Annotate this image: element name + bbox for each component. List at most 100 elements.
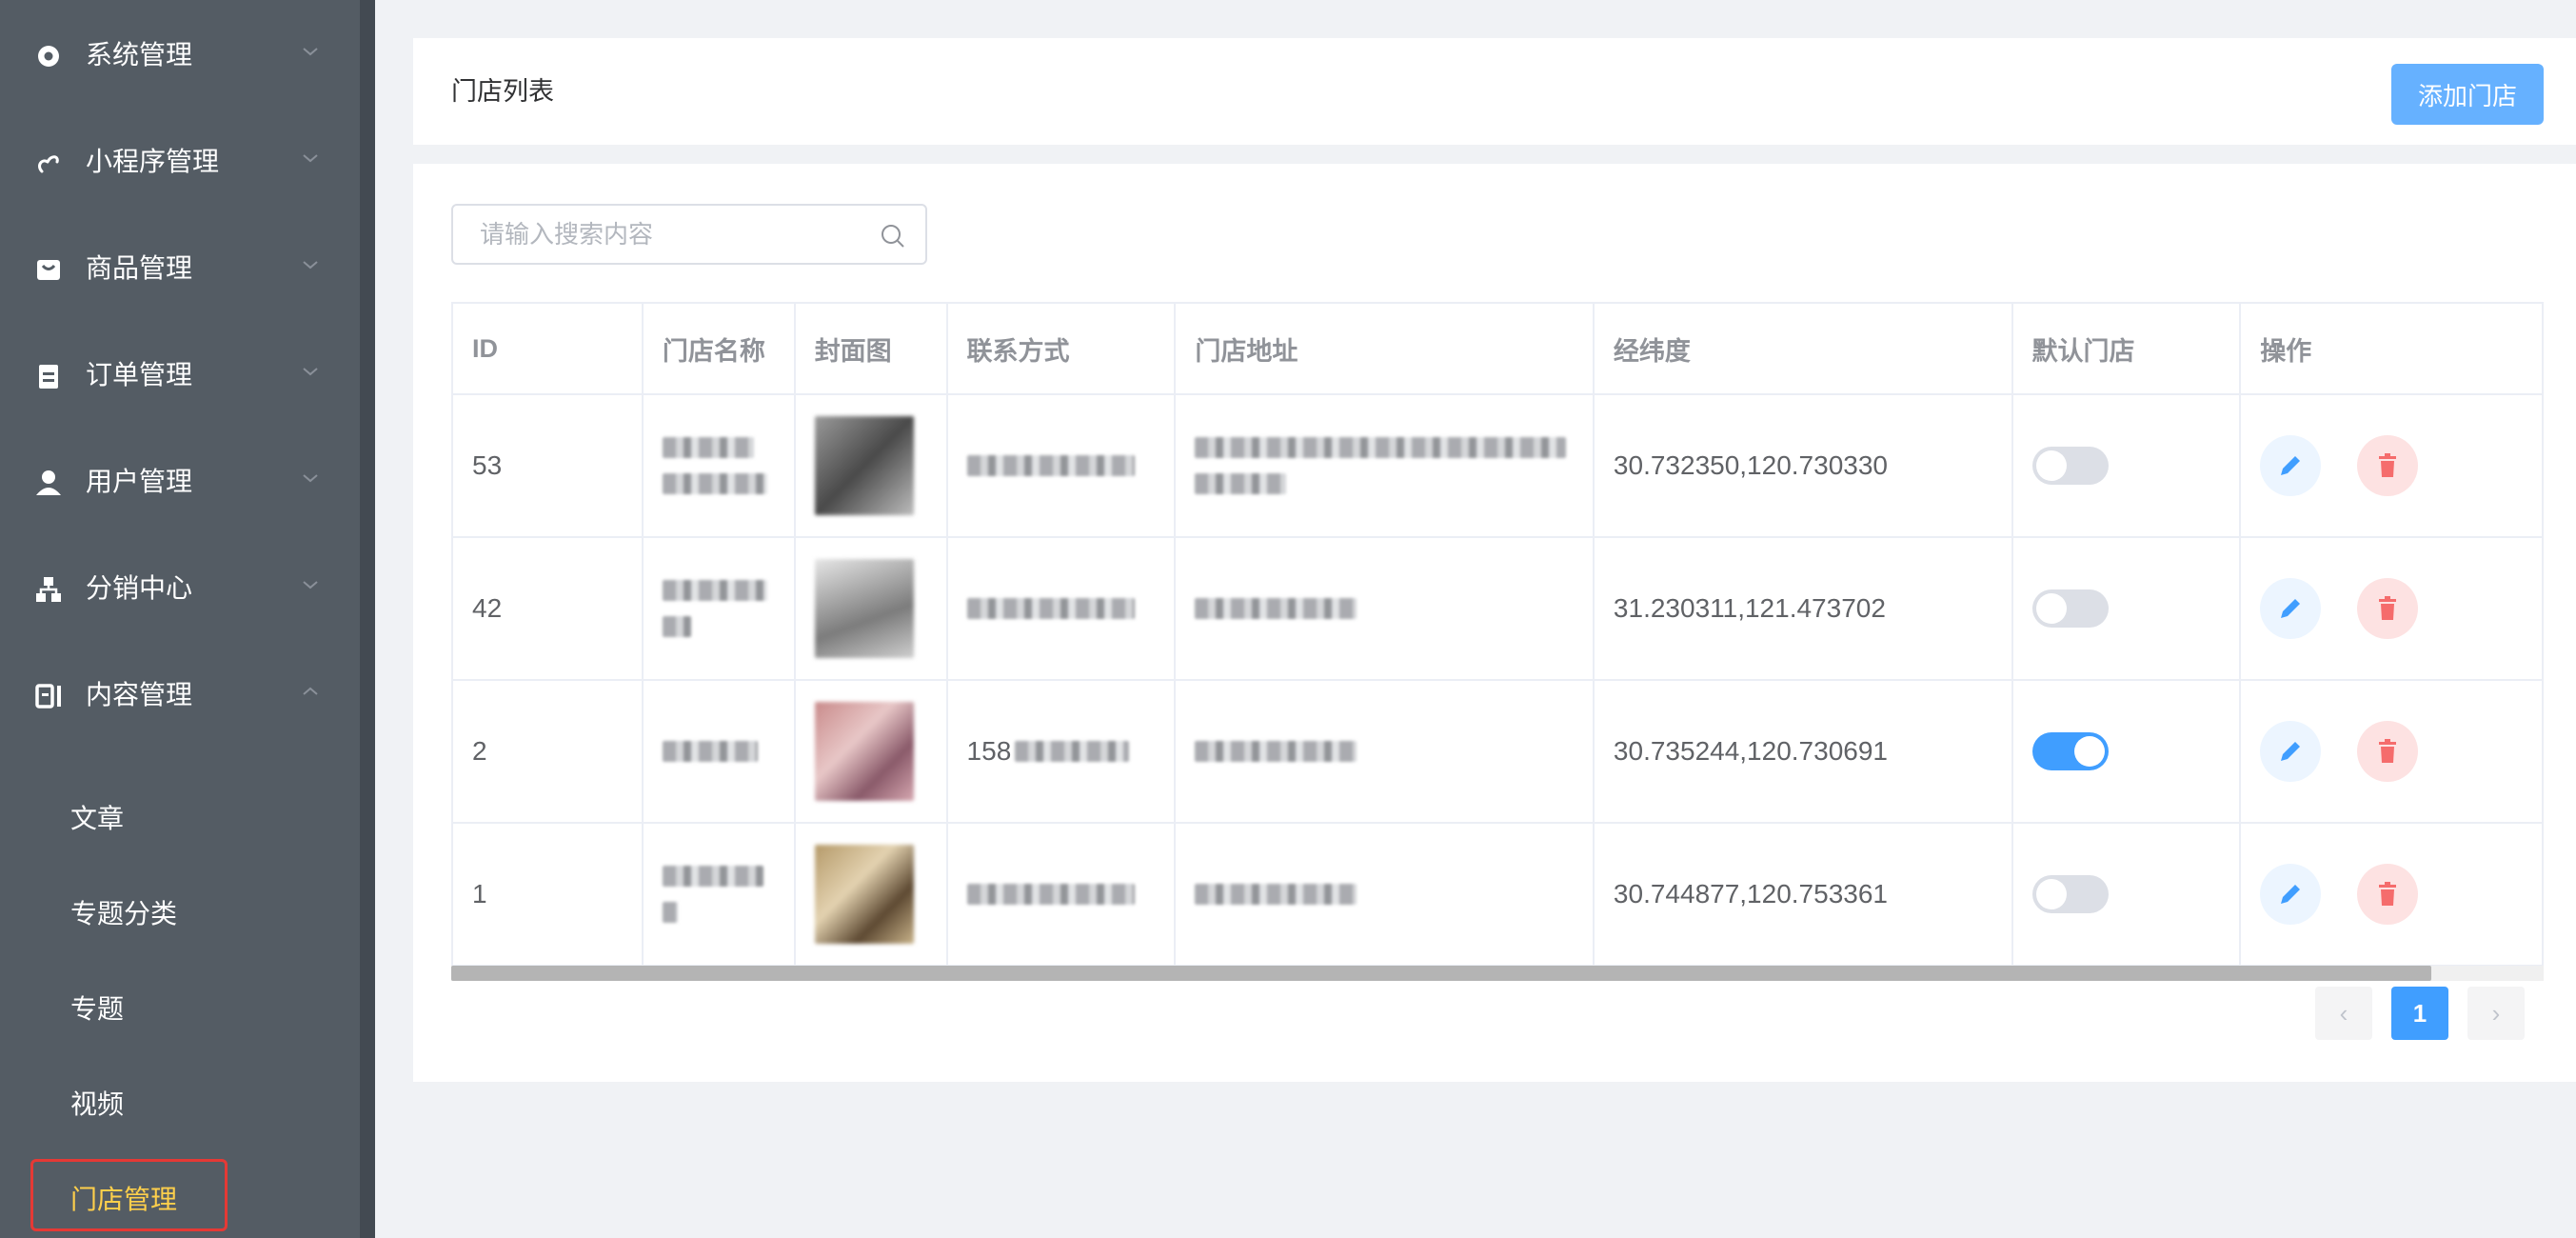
cell-cover xyxy=(796,395,948,536)
edit-button[interactable] xyxy=(2260,578,2322,639)
pagination: ‹ 1 › xyxy=(2315,987,2525,1040)
default-store-switch[interactable] xyxy=(2031,875,2109,913)
menu-distribution[interactable]: 分销中心 xyxy=(0,535,360,642)
page-header: 门店列表 添加门店 xyxy=(413,38,2576,145)
col-header: 门店名称 xyxy=(644,304,796,393)
menu-content[interactable]: 内容管理 xyxy=(0,642,360,749)
pencil-icon xyxy=(2281,599,2301,618)
cell-coords: 30.735244,120.730691 xyxy=(1595,681,2013,822)
cell-actions xyxy=(2241,681,2544,822)
menu-label: 小程序管理 xyxy=(86,147,220,176)
menu-label: 订单管理 xyxy=(86,360,193,389)
cell-id: 53 xyxy=(453,395,644,536)
cover-image xyxy=(814,416,914,515)
sidebar-edge xyxy=(360,0,375,1238)
add-store-button[interactable]: 添加门店 xyxy=(2391,64,2544,125)
scrollbar-thumb[interactable] xyxy=(451,966,2431,981)
sub-item-topic[interactable]: 专题 xyxy=(0,962,360,1057)
default-store-switch[interactable] xyxy=(2031,447,2109,485)
prev-page-button[interactable]: ‹ xyxy=(2315,987,2372,1040)
col-header: 封面图 xyxy=(796,304,948,393)
cell-phone xyxy=(948,824,1177,965)
cell-id: 42 xyxy=(453,538,644,679)
cell-cover xyxy=(796,538,948,679)
cover-image xyxy=(814,845,914,944)
cell-phone xyxy=(948,538,1177,679)
next-page-button[interactable]: › xyxy=(2467,987,2525,1040)
pencil-icon xyxy=(2281,742,2301,761)
cell-address xyxy=(1176,824,1595,965)
link-icon xyxy=(38,155,59,173)
menu-miniprogram[interactable]: 小程序管理 xyxy=(0,109,360,215)
trash-icon xyxy=(2379,882,2397,906)
cell-id: 1 xyxy=(453,824,644,965)
col-header: 联系方式 xyxy=(948,304,1177,393)
cover-image xyxy=(814,702,914,801)
cover-image xyxy=(814,559,914,658)
cell-phone: 158 xyxy=(948,681,1177,822)
search-box xyxy=(451,204,927,265)
table-row: 1 30.744877,120.753361 xyxy=(453,824,2544,967)
page-number[interactable]: 1 xyxy=(2391,987,2448,1040)
chevron-down-icon xyxy=(303,474,318,483)
sub-item-label: 专题 xyxy=(70,994,125,1024)
highlight-outline xyxy=(30,1159,228,1231)
default-store-switch[interactable] xyxy=(2031,589,2109,628)
menu-goods[interactable]: 商品管理 xyxy=(0,215,360,322)
col-header: 默认门店 xyxy=(2013,304,2242,393)
edit-button[interactable] xyxy=(2260,721,2322,782)
cell-default xyxy=(2013,824,2242,965)
cell-coords: 31.230311,121.473702 xyxy=(1595,538,2013,679)
cell-coords: 30.744877,120.753361 xyxy=(1595,824,2013,965)
cell-actions xyxy=(2241,824,2544,965)
app-root: 系统管理 小程序管理 商品管理 订单管理 用户管理 分销中心 内容管理 文章 专… xyxy=(0,0,2576,1238)
col-header: 门店地址 xyxy=(1176,304,1595,393)
menu-label: 商品管理 xyxy=(86,253,193,283)
delete-button[interactable] xyxy=(2357,435,2419,496)
trash-icon xyxy=(2379,739,2397,763)
cell-default xyxy=(2013,538,2242,679)
cell-actions xyxy=(2241,538,2544,679)
cell-store-name xyxy=(644,681,796,822)
edit-button[interactable] xyxy=(2260,864,2322,925)
chevron-down-icon xyxy=(303,261,318,270)
search-input[interactable] xyxy=(480,213,861,255)
phone-prefix: 158 xyxy=(966,736,1012,766)
menu-label: 内容管理 xyxy=(86,680,193,709)
content-icon xyxy=(35,684,61,709)
cell-address xyxy=(1176,681,1595,822)
menu-system[interactable]: 系统管理 xyxy=(0,2,360,109)
trash-icon xyxy=(2379,596,2397,620)
sub-item-article[interactable]: 文章 xyxy=(0,771,360,867)
menu-label: 分销中心 xyxy=(86,573,193,603)
sub-item-label: 专题分类 xyxy=(70,899,178,928)
network-icon xyxy=(36,577,61,602)
chevron-down-icon xyxy=(303,154,318,163)
menu-users[interactable]: 用户管理 xyxy=(0,429,360,535)
default-store-switch[interactable] xyxy=(2031,732,2109,770)
delete-button[interactable] xyxy=(2357,721,2419,782)
table-row: 2 158 30.735244,120.730691 xyxy=(453,681,2544,824)
cell-store-name xyxy=(644,824,796,965)
search-icon[interactable] xyxy=(880,223,906,250)
menu-orders[interactable]: 订单管理 xyxy=(0,322,360,429)
sub-item-label: 文章 xyxy=(70,804,125,833)
sub-item-topic-category[interactable]: 专题分类 xyxy=(0,867,360,962)
sub-item-video[interactable]: 视频 xyxy=(0,1057,360,1152)
chevron-down-icon xyxy=(303,48,318,56)
cell-address xyxy=(1176,395,1595,536)
cell-default xyxy=(2013,395,2242,536)
edit-button[interactable] xyxy=(2260,435,2322,496)
delete-button[interactable] xyxy=(2357,864,2419,925)
table-body: 53 30.732350,120.730330 42 31.230311,121… xyxy=(453,395,2544,967)
cell-cover xyxy=(796,824,948,965)
horizontal-scrollbar[interactable] xyxy=(451,966,2544,981)
table-row: 42 31.230311,121.473702 xyxy=(453,538,2544,681)
pencil-icon xyxy=(2281,456,2301,475)
cell-coords: 30.732350,120.730330 xyxy=(1595,395,2013,536)
cell-default xyxy=(2013,681,2242,822)
user-icon xyxy=(36,470,61,495)
delete-button[interactable] xyxy=(2357,578,2419,639)
chevron-up-icon xyxy=(303,687,318,695)
trash-icon xyxy=(2379,453,2397,477)
